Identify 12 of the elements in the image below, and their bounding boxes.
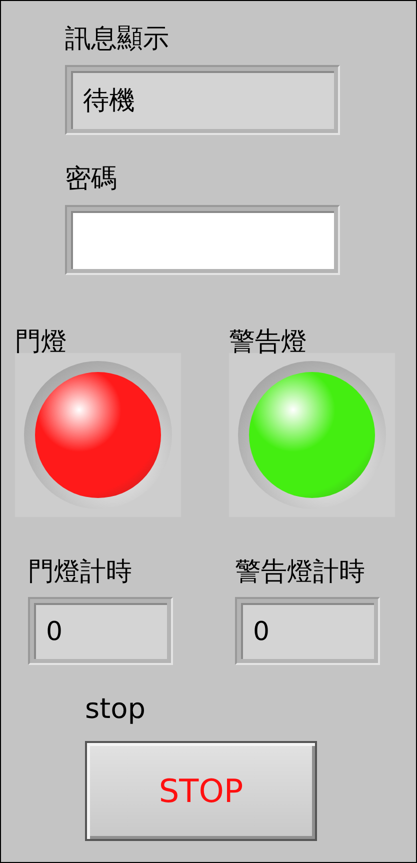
field-label: 密碼 — [65, 163, 118, 196]
timer-display: 0 — [241, 603, 374, 659]
led-label: 警告燈 — [229, 327, 308, 357]
button-label: stop — [85, 691, 146, 727]
message-display: 待機 — [71, 71, 334, 129]
password-field[interactable] — [71, 211, 334, 269]
stop-button[interactable]: STOP — [85, 741, 317, 841]
timer-label: 警告燈計時 — [235, 556, 366, 589]
led-label: 門燈 — [15, 327, 68, 357]
timer-display: 0 — [34, 603, 167, 659]
field-label: 訊息顯示 — [65, 23, 170, 56]
timer-label: 門燈計時 — [28, 556, 133, 589]
